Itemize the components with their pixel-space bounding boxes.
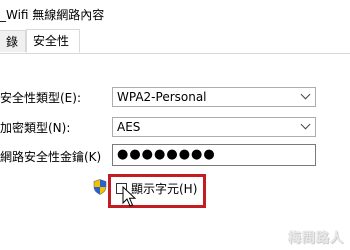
network-key-input[interactable]: ●●●●●●●●	[112, 144, 316, 166]
show-characters-label[interactable]: 顯示字元(H)	[131, 180, 197, 197]
security-type-label: 安全性類型(E):	[0, 91, 81, 105]
encryption-type-value: AES	[117, 120, 141, 134]
chevron-down-icon	[300, 89, 311, 100]
tab-connection[interactable]: 錄	[0, 30, 26, 52]
watermark-text: 梅問路人	[287, 231, 344, 246]
uac-shield-icon	[93, 179, 107, 195]
network-key-label: 網路安全性金鑰(K)	[0, 150, 102, 164]
chevron-down-icon	[300, 119, 311, 130]
tab-divider	[0, 53, 350, 54]
mouse-pointer-icon	[122, 186, 137, 207]
encryption-type-label: 加密類型(N):	[0, 121, 71, 135]
security-type-select[interactable]: WPA2-Personal	[112, 87, 316, 107]
window-title: _Wifi 無線網路內容	[0, 8, 105, 22]
tab-security[interactable]: 安全性	[26, 29, 80, 53]
security-type-value: WPA2-Personal	[117, 90, 207, 104]
encryption-type-select[interactable]: AES	[112, 117, 316, 137]
